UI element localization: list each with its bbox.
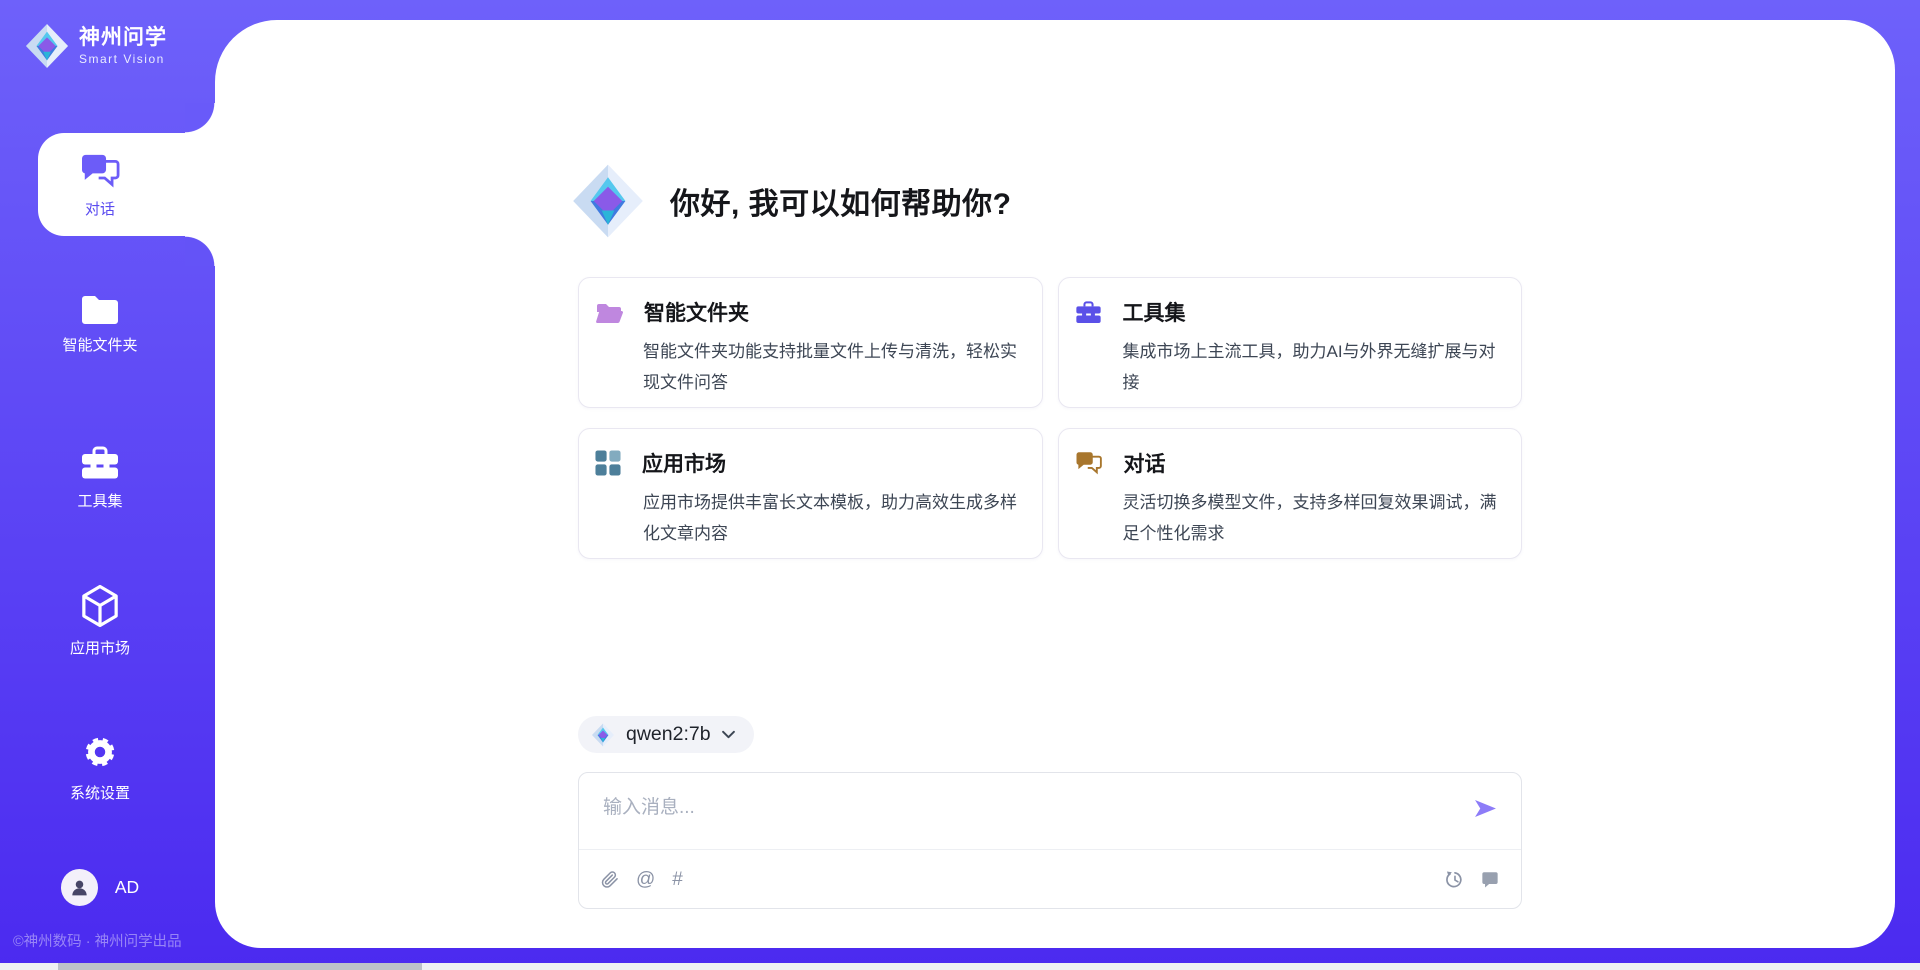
card-app-market[interactable]: 应用市场 应用市场提供丰富长文本模板，助力高效生成多样化文章内容 <box>578 428 1043 559</box>
chat-icon <box>80 153 121 190</box>
sidebar-item-label: 工具集 <box>77 490 122 511</box>
hash-icon: # <box>672 869 683 890</box>
model-selector[interactable]: qwen2:7b <box>578 716 754 753</box>
attach-button[interactable] <box>601 870 619 889</box>
sidebar-item-app-market[interactable]: 应用市场 <box>0 584 200 658</box>
avatar <box>61 869 98 906</box>
folder-open-icon <box>595 301 623 324</box>
grid-icon <box>595 450 621 476</box>
send-icon <box>1474 799 1497 818</box>
chevron-down-icon <box>722 730 735 739</box>
cube-icon <box>81 584 119 628</box>
chat-bubble-icon <box>1481 870 1499 888</box>
toolbox-icon <box>80 445 120 481</box>
folder-icon <box>80 292 120 325</box>
card-description: 应用市场提供丰富长文本模板，助力高效生成多样化文章内容 <box>643 487 1022 549</box>
card-title: 工具集 <box>1123 297 1186 327</box>
sidebar-item-toolset[interactable]: 工具集 <box>0 445 200 511</box>
user-initials: AD <box>115 877 139 898</box>
gear-icon <box>79 731 121 773</box>
sidebar-item-label: 系统设置 <box>70 782 130 803</box>
feature-cards: 智能文件夹 智能文件夹功能支持批量文件上传与清洗，轻松实现文件问答 工具集 集成… <box>578 277 1522 559</box>
card-description: 智能文件夹功能支持批量文件上传与清洗，轻松实现文件问答 <box>643 336 1022 398</box>
chat-icon <box>1075 451 1103 476</box>
sidebar: 神州问学 Smart Vision 对话 智能文件夹 工具集 应用市场 系统设置… <box>0 0 215 970</box>
sidebar-item-chat[interactable]: 对话 <box>38 133 215 236</box>
sidebar-footer: ©神州数码 · 神州问学出品 <box>13 930 182 951</box>
card-description: 集成市场上主流工具，助力AI与外界无缝扩展与对接 <box>1123 336 1502 398</box>
brand-diamond-logo-icon <box>24 23 70 69</box>
diamond-logo-icon <box>591 723 615 747</box>
model-name: qwen2:7b <box>626 723 711 746</box>
person-icon <box>69 877 90 898</box>
history-icon <box>1445 870 1464 889</box>
user-profile[interactable]: AD <box>0 869 200 906</box>
horizontal-scrollbar-thumb[interactable] <box>58 963 422 970</box>
greeting: 你好, 我可以如何帮助你? <box>570 163 1012 239</box>
message-composer: @ # <box>578 772 1522 909</box>
toolbox-icon <box>1075 300 1102 325</box>
brand: 神州问学 Smart Vision <box>24 23 167 69</box>
topic-button[interactable]: # <box>672 870 683 889</box>
message-input[interactable] <box>579 773 1521 847</box>
card-chat[interactable]: 对话 灵活切换多模型文件，支持多样回复效果调试，满足个性化需求 <box>1058 428 1523 559</box>
sidebar-item-label: 应用市场 <box>70 637 130 658</box>
greeting-title: 你好, 我可以如何帮助你? <box>670 179 1012 223</box>
brand-subtitle: Smart Vision <box>79 52 167 66</box>
card-description: 灵活切换多模型文件，支持多样回复效果调试，满足个性化需求 <box>1123 487 1502 549</box>
history-button[interactable] <box>1445 870 1464 889</box>
diamond-logo-icon <box>570 163 646 239</box>
paperclip-icon <box>601 870 619 889</box>
mention-button[interactable]: @ <box>636 870 655 889</box>
card-smart-folder[interactable]: 智能文件夹 智能文件夹功能支持批量文件上传与清洗，轻松实现文件问答 <box>578 277 1043 408</box>
send-button[interactable] <box>1474 799 1497 818</box>
card-title: 智能文件夹 <box>644 297 749 327</box>
composer-toolbar: @ # <box>601 850 1499 908</box>
sidebar-item-settings[interactable]: 系统设置 <box>0 731 200 803</box>
sidebar-item-smart-folder[interactable]: 智能文件夹 <box>0 292 200 355</box>
at-icon: @ <box>636 869 655 890</box>
sidebar-item-label: 对话 <box>85 198 115 219</box>
card-title: 应用市场 <box>642 448 726 478</box>
main-panel: 你好, 我可以如何帮助你? 智能文件夹 智能文件夹功能支持批量文件上传与清洗，轻… <box>215 20 1895 948</box>
brand-name: 神州问学 <box>79 26 167 50</box>
feedback-button[interactable] <box>1481 870 1499 888</box>
horizontal-scrollbar[interactable] <box>0 963 1920 970</box>
sidebar-item-label: 智能文件夹 <box>62 334 137 355</box>
card-toolset[interactable]: 工具集 集成市场上主流工具，助力AI与外界无缝扩展与对接 <box>1058 277 1523 408</box>
card-title: 对话 <box>1124 448 1166 478</box>
